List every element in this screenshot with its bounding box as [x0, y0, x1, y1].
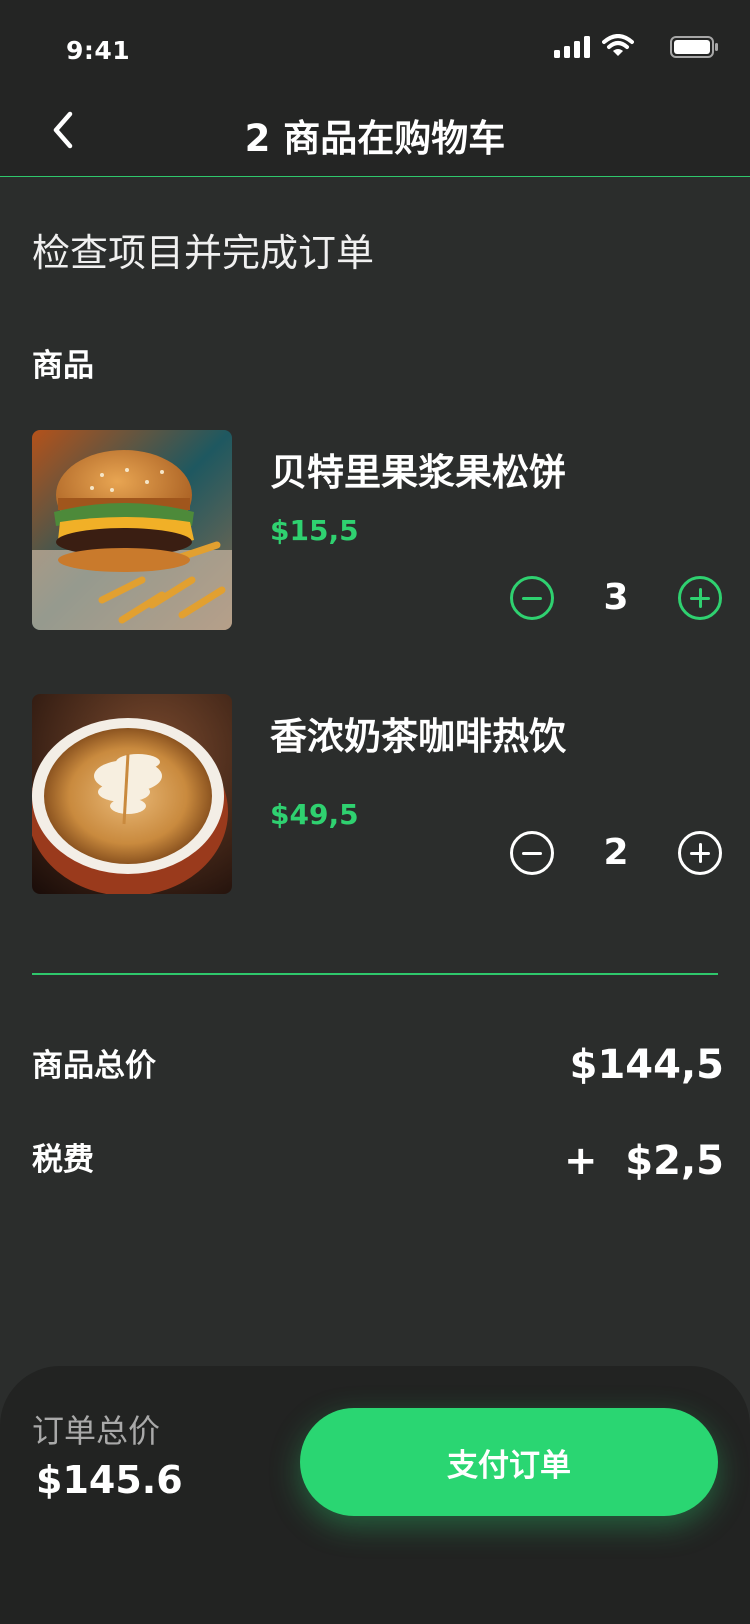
- status-bar: 9:41: [0, 0, 750, 90]
- pay-order-button[interactable]: 支付订单: [300, 1408, 718, 1516]
- status-time: 9:41: [66, 36, 131, 65]
- latte-photo-icon: [32, 694, 232, 894]
- page-title: 2 商品在购物车: [244, 117, 506, 160]
- order-total-label: 订单总价: [32, 1412, 161, 1450]
- tax-value: + $2,5: [563, 1138, 724, 1184]
- item-image[interactable]: [32, 430, 232, 630]
- tax-row: 税费 + $2,5: [32, 1134, 724, 1184]
- subtotal-value: $144,5: [569, 1042, 724, 1088]
- tax-label: 税费: [32, 1142, 94, 1178]
- burger-photo-icon: [32, 430, 232, 630]
- item-price: $15,5: [270, 514, 359, 547]
- checkout-bar: 订单总价 $145.6 支付订单: [0, 1366, 750, 1624]
- subtotal-label: 商品总价: [32, 1048, 156, 1084]
- item-image[interactable]: [32, 694, 232, 894]
- minus-icon: [522, 852, 542, 855]
- signal-icon: [554, 36, 590, 58]
- increase-quantity-button[interactable]: [678, 576, 722, 620]
- cart-item: 香浓奶茶咖啡热饮 $49,5 2: [32, 694, 722, 894]
- minus-icon: [522, 597, 542, 600]
- cart-item: 贝特里果浆果松饼 $15,5 3: [32, 430, 722, 630]
- status-icons: [518, 32, 718, 62]
- divider: [32, 973, 718, 975]
- order-total-value: $145.6: [36, 1458, 183, 1502]
- subtotal-row: 商品总价 $144,5: [32, 1040, 724, 1090]
- section-label: 商品: [32, 348, 94, 384]
- wifi-icon: [602, 34, 634, 56]
- item-name: 贝特里果浆果松饼: [270, 451, 566, 494]
- quantity-value: 2: [603, 832, 629, 873]
- item-name: 香浓奶茶咖啡热饮: [270, 715, 566, 758]
- quantity-stepper: 3: [510, 576, 722, 626]
- quantity-stepper: 2: [510, 831, 722, 881]
- decrease-quantity-button[interactable]: [510, 831, 554, 875]
- page-subtitle: 检查项目并完成订单: [32, 231, 375, 275]
- nav-bar: 2 商品在购物车: [0, 90, 750, 177]
- increase-quantity-button[interactable]: [678, 831, 722, 875]
- decrease-quantity-button[interactable]: [510, 576, 554, 620]
- quantity-value: 3: [603, 577, 629, 618]
- item-price: $49,5: [270, 798, 359, 831]
- battery-icon: [670, 36, 718, 58]
